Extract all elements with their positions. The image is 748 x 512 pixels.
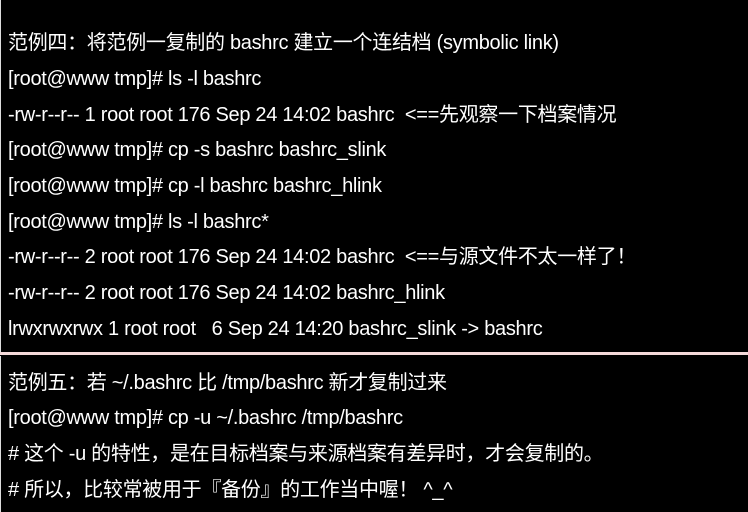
command-line: [root@www tmp]# cp -l bashrc bashrc_hlin… bbox=[8, 175, 382, 197]
command-line: [root@www tmp]# ls -l bashrc bbox=[8, 68, 262, 90]
example-4-title: 范例四：将范例一复制的 bashrc 建立一个连结档 (symbolic lin… bbox=[8, 32, 559, 54]
comment-line: # 所以，比较常被用于『备份』的工作当中喔！ ^_^ bbox=[8, 479, 453, 501]
output-line: -rw-r--r-- 2 root root 176 Sep 24 14:02 … bbox=[8, 246, 637, 268]
output-line: -rw-r--r-- 1 root root 176 Sep 24 14:02 … bbox=[8, 104, 617, 126]
example-4-code-block: 范例四：将范例一复制的 bashrc 建立一个连结档 (symbolic lin… bbox=[0, 0, 748, 352]
command-line: [root@www tmp]# cp -u ~/.bashrc /tmp/bas… bbox=[8, 407, 403, 429]
comment-line: # 这个 -u 的特性，是在目标档案与来源档案有差异时，才会复制的。 bbox=[8, 443, 604, 465]
command-line: [root@www tmp]# ls -l bashrc* bbox=[8, 211, 269, 233]
output-line: lrwxrwxrwx 1 root root 6 Sep 24 14:20 ba… bbox=[8, 318, 543, 340]
example-5-title: 范例五：若 ~/.bashrc 比 /tmp/bashrc 新才复制过来 bbox=[8, 372, 447, 394]
example-5-code-block: 范例五：若 ~/.bashrc 比 /tmp/bashrc 新才复制过来 [ro… bbox=[0, 356, 748, 512]
divider bbox=[0, 352, 748, 355]
command-line: [root@www tmp]# cp -s bashrc bashrc_slin… bbox=[8, 139, 387, 161]
output-line: -rw-r--r-- 2 root root 176 Sep 24 14:02 … bbox=[8, 282, 445, 304]
